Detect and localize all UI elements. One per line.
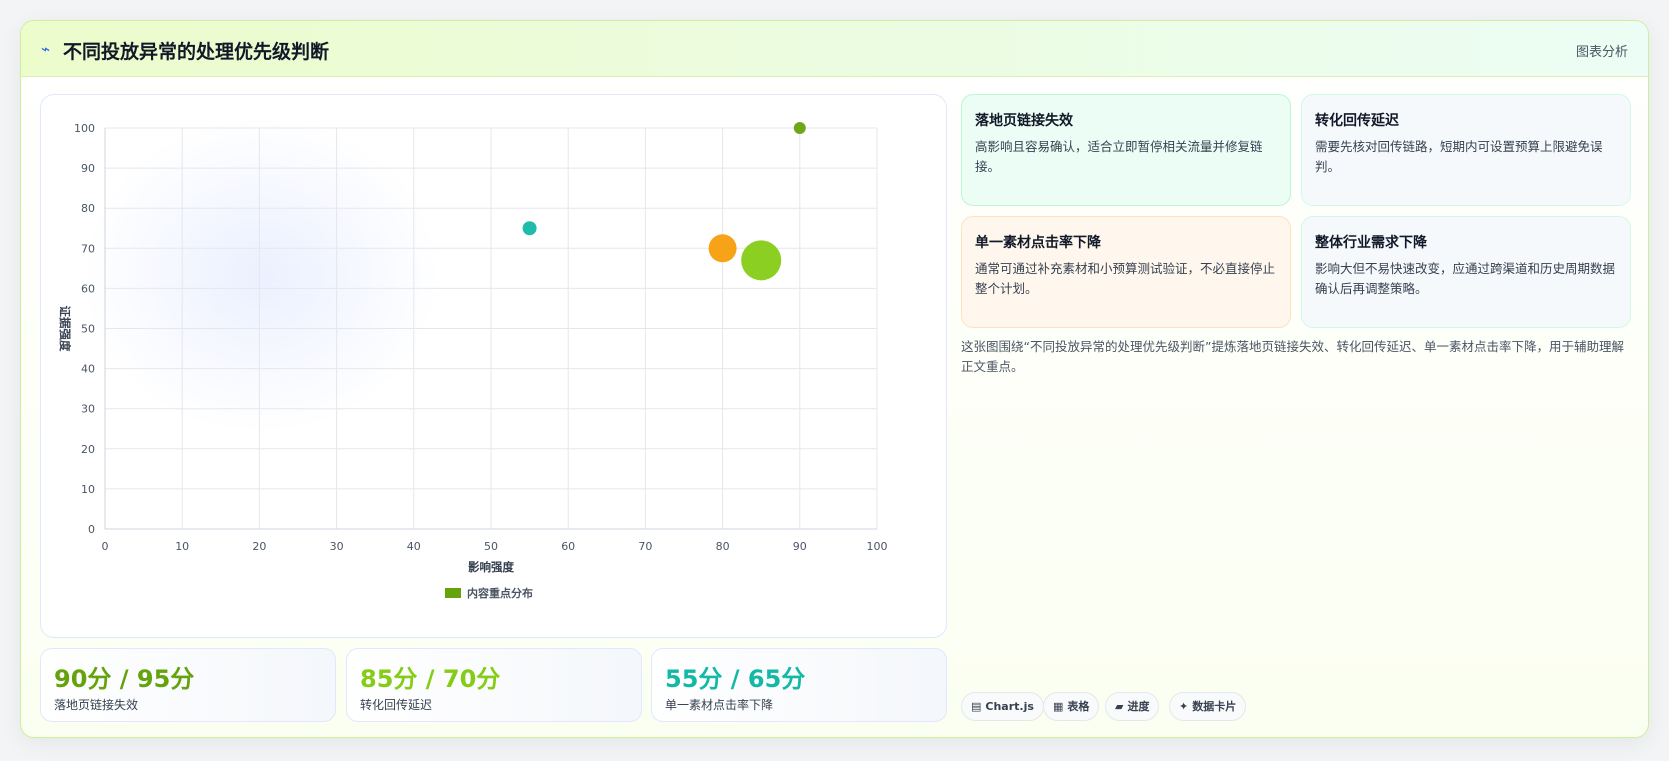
x-tick-label: 80: [716, 540, 730, 553]
x-tick-label: 90: [793, 540, 807, 553]
legend-label: 内容重点分布: [467, 586, 533, 600]
stat-label: 落地页链接失效: [54, 698, 139, 712]
info-card-body: 通常可通过补充素材和小预算测试验证，不必直接停止整个计划。: [975, 261, 1276, 296]
x-tick-label: 30: [330, 540, 344, 553]
chip-data-card[interactable]: ✦ 数据卡片: [1169, 692, 1247, 721]
x-tick-label: 10: [175, 540, 189, 553]
y-tick-label: 30: [81, 403, 95, 416]
info-card-body: 需要先核对回传链路，短期内可设置预算上限避免误判。: [1315, 139, 1603, 174]
sparkle-icon: ✦: [1179, 700, 1189, 713]
x-tick-label: 0: [102, 540, 109, 553]
chart-panel: 0 10 20 30 40 50 60 70 80 90 100 0 10 20 30 40 50 60 70 80 9…: [40, 94, 947, 638]
chip-progress[interactable]: ▰ 进度: [1105, 692, 1160, 721]
y-tick-label: 20: [81, 443, 95, 456]
info-card-ctr-drop: 单一素材点击率下降 通常可通过补充素材和小预算测试验证，不必直接停止整个计划。: [961, 216, 1291, 328]
scatter-chart: 0 10 20 30 40 50 60 70 80 90 100 0 10 20 30 40 50 60 70 80 9…: [58, 122, 888, 600]
chart-description: 这张图围绕“不同投放异常的处理优先级判断”提炼落地页链接失效、转化回传延迟、单一…: [961, 339, 1624, 374]
data-point: [708, 234, 737, 263]
chip-label: 表格: [1067, 700, 1090, 713]
info-card-title: 转化回传延迟: [1315, 113, 1399, 129]
y-tick-label: 100: [74, 122, 95, 135]
progress-icon: ▰: [1115, 700, 1124, 713]
stat-value: 55分 / 65分: [665, 665, 806, 693]
chip-label: 进度: [1127, 700, 1150, 713]
y-tick-label: 90: [81, 162, 95, 175]
stat-label: 单一素材点击率下降: [665, 698, 774, 712]
info-card-body: 高影响且容易确认，适合立即暂停相关流量并修复链接。: [975, 139, 1263, 174]
chip-table[interactable]: ▦ 表格: [1043, 692, 1100, 721]
data-point: [741, 240, 782, 281]
info-card-industry-demand: 整体行业需求下降 影响大但不易快速改变，应通过跨渠道和历史周期数据确认后再调整策…: [1301, 216, 1631, 328]
stat-card-landing-page: 90分 / 95分 落地页链接失效: [40, 648, 336, 722]
chip-label: 数据卡片: [1192, 700, 1237, 713]
y-tick-label: 60: [81, 282, 95, 295]
card-header: ⌁ 不同投放异常的处理优先级判断 图表分析: [21, 21, 1648, 77]
y-tick-label: 80: [81, 202, 95, 215]
chip-label: Chart.js: [985, 700, 1034, 713]
x-tick-label: 50: [484, 540, 498, 553]
y-tick-label: 70: [81, 242, 95, 255]
y-axis-title: 证据强度: [58, 306, 72, 352]
y-tick-label: 0: [88, 523, 95, 536]
stat-value: 90分 / 95分: [54, 665, 195, 693]
y-tick-label: 40: [81, 363, 95, 376]
x-axis-title: 影响强度: [468, 560, 514, 574]
data-point: [522, 221, 537, 236]
x-tick-label: 60: [561, 540, 575, 553]
chart-icon: ▤: [971, 700, 982, 713]
info-card-landing-page: 落地页链接失效 高影响且容易确认，适合立即暂停相关流量并修复链接。: [961, 94, 1291, 206]
stat-card-conversion-delay: 85分 / 70分 转化回传延迟: [346, 648, 642, 722]
info-card-title: 整体行业需求下降: [1315, 235, 1427, 251]
x-tick-label: 70: [638, 540, 652, 553]
lightning-icon: ⌁: [41, 40, 51, 58]
info-card-title: 单一素材点击率下降: [975, 235, 1101, 251]
stat-label: 转化回传延迟: [360, 698, 433, 712]
x-tick-label: 20: [252, 540, 266, 553]
stat-card-ctr-drop: 55分 / 65分 单一素材点击率下降: [651, 648, 947, 722]
info-card-body: 影响大但不易快速改变，应通过跨渠道和历史周期数据确认后再调整策略。: [1315, 261, 1616, 296]
legend-swatch: [445, 588, 461, 598]
header-tag: 图表分析: [1575, 45, 1628, 60]
stat-value: 85分 / 70分: [360, 665, 501, 693]
y-tick-label: 10: [81, 483, 95, 496]
x-tick-label: 40: [407, 540, 421, 553]
chart-card: ⌁ 不同投放异常的处理优先级判断 图表分析 0 10 20 30 40 50 60 70 80 9…: [20, 20, 1649, 738]
page-title: 不同投放异常的处理优先级判断: [63, 41, 330, 63]
data-point: [793, 122, 806, 134]
chip-chartjs[interactable]: ▤ Chart.js: [961, 692, 1044, 721]
y-tick-label: 50: [81, 323, 95, 336]
info-card-conversion-delay: 转化回传延迟 需要先核对回传链路，短期内可设置预算上限避免误判。: [1301, 94, 1631, 206]
x-tick-label: 100: [867, 540, 888, 553]
info-card-title: 落地页链接失效: [975, 113, 1073, 129]
table-icon: ▦: [1053, 700, 1064, 713]
